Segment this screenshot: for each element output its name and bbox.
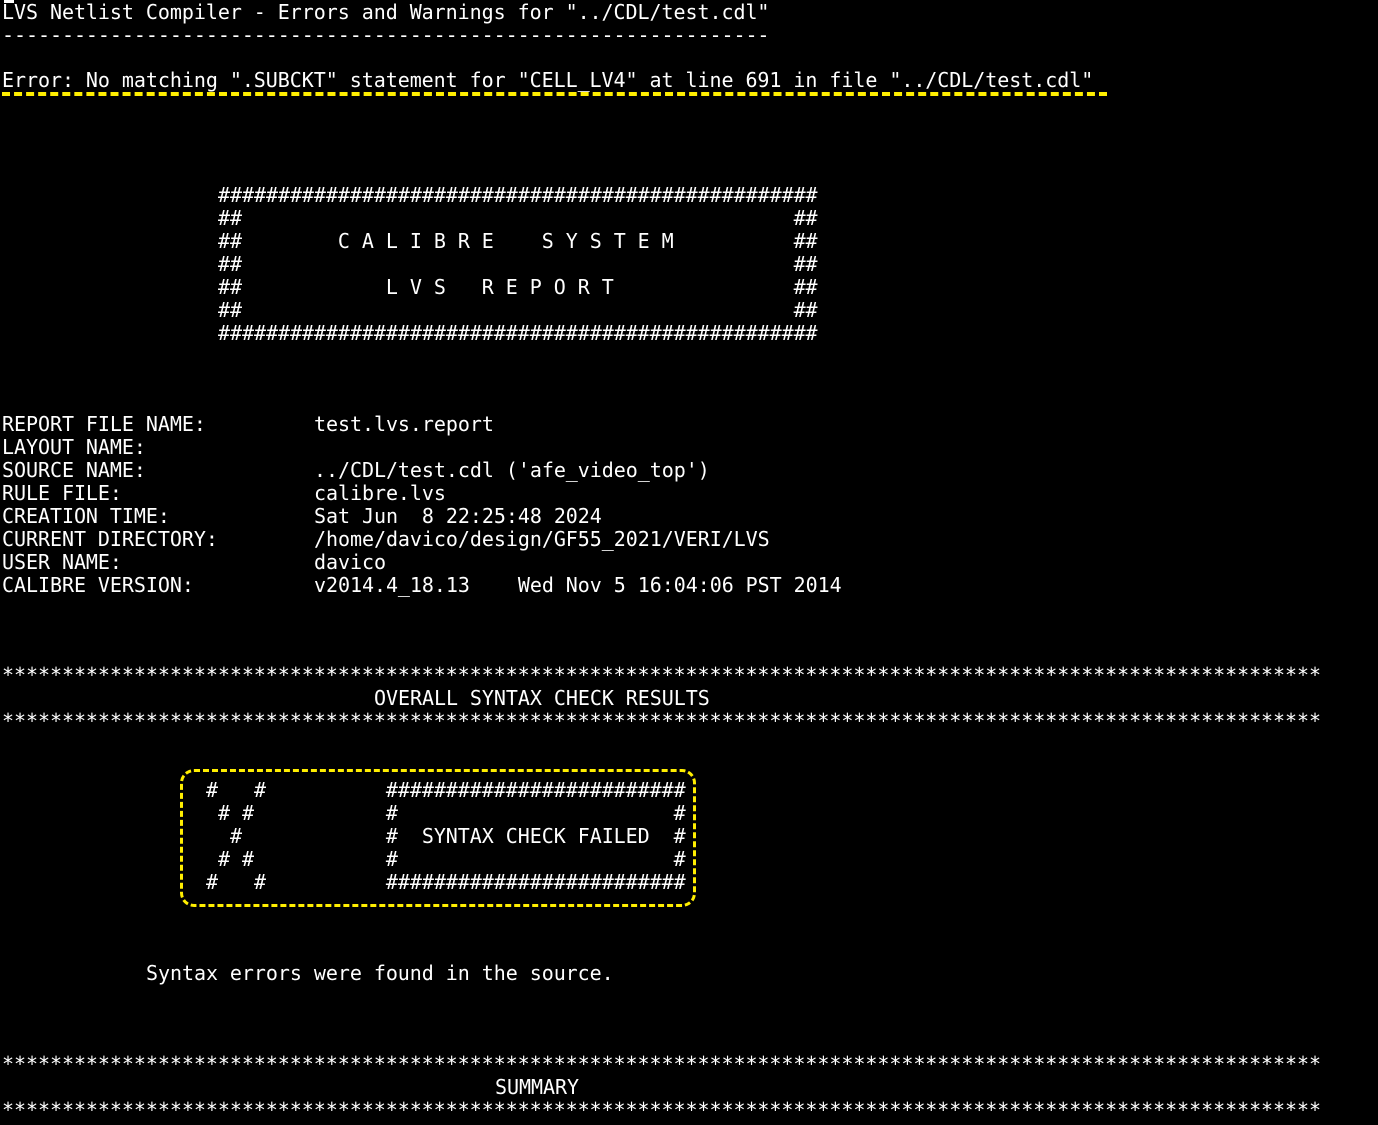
- source-name-label: SOURCE NAME:: [2, 458, 146, 482]
- section-star-rule: ****************************************…: [2, 1052, 1322, 1076]
- report-file-name-value: test.lvs.report: [314, 412, 494, 436]
- report-file-name-label: REPORT FILE NAME:: [2, 412, 206, 436]
- current-directory-value: /home/davico/design/GF55_2021/VERI/LVS: [314, 527, 770, 551]
- rule-file-value: calibre.lvs: [314, 481, 446, 505]
- syntax-check-section-title: OVERALL SYNTAX CHECK RESULTS: [374, 686, 710, 710]
- calibre-version-value: v2014.4_18.13 Wed Nov 5 16:04:06 PST 201…: [314, 573, 842, 597]
- terminal-output[interactable]: LVS Netlist Compiler - Errors and Warnin…: [2, 0, 1378, 1125]
- error-message: Error: No matching ".SUBCKT" statement f…: [2, 68, 1094, 92]
- banner-line: ## ##: [218, 298, 818, 322]
- creation-time-value: Sat Jun 8 22:25:48 2024: [314, 504, 602, 528]
- current-directory-label: CURRENT DIRECTORY:: [2, 527, 218, 551]
- banner-line: ## ##: [218, 252, 818, 276]
- failed-highlight-box: [180, 769, 696, 907]
- banner-line: ## C A L I B R E S Y S T E M ##: [218, 229, 818, 253]
- banner-line: ########################################…: [218, 183, 818, 207]
- calibre-version-label: CALIBRE VERSION:: [2, 573, 194, 597]
- user-name-label: USER NAME:: [2, 550, 122, 574]
- section-star-rule: ****************************************…: [2, 663, 1322, 687]
- banner-line: ## ##: [218, 206, 818, 230]
- banner-line: ## L V S R E P O R T ##: [218, 275, 818, 299]
- layout-name-label: LAYOUT NAME:: [2, 435, 146, 459]
- rule-file-label: RULE FILE:: [2, 481, 122, 505]
- error-highlight-underline: [2, 92, 1107, 96]
- section-star-rule: ****************************************…: [2, 1098, 1322, 1122]
- source-name-value: ../CDL/test.cdl ('afe_video_top'): [314, 458, 710, 482]
- title-rule: ----------------------------------------…: [2, 23, 770, 47]
- user-name-value: davico: [314, 550, 386, 574]
- syntax-error-message: Syntax errors were found in the source.: [146, 961, 614, 985]
- section-star-rule: ****************************************…: [2, 709, 1322, 733]
- compiler-title: LVS Netlist Compiler - Errors and Warnin…: [2, 0, 770, 24]
- banner-line: ########################################…: [218, 321, 818, 345]
- summary-section-title: SUMMARY: [495, 1075, 579, 1099]
- creation-time-label: CREATION TIME:: [2, 504, 170, 528]
